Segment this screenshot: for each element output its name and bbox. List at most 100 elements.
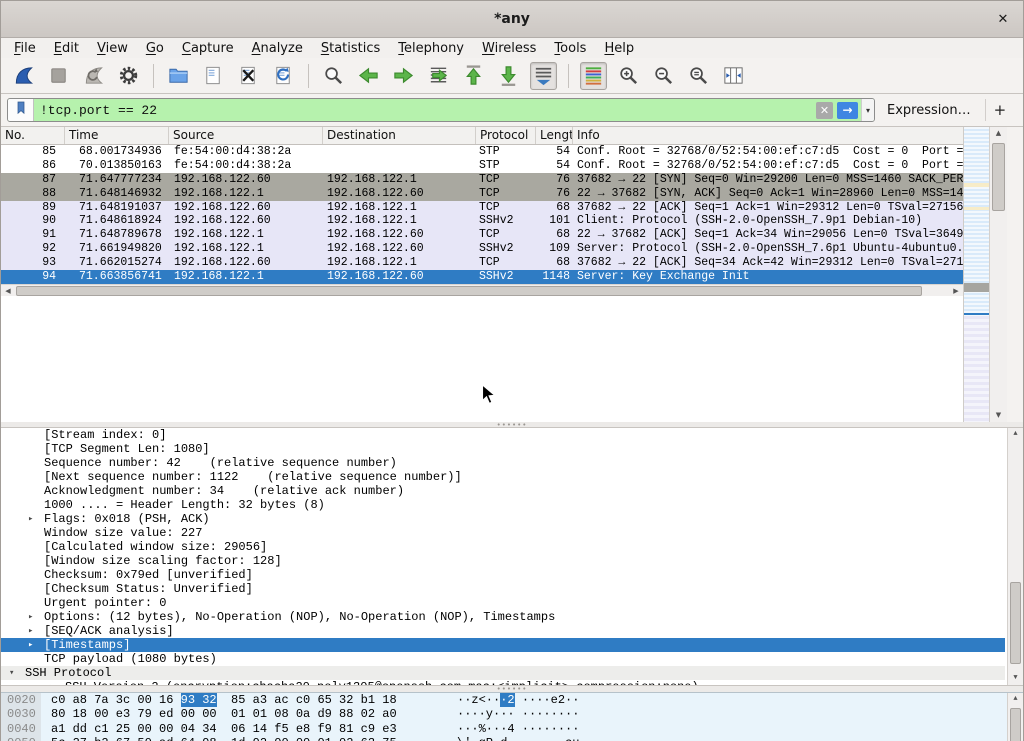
hex-row-0030[interactable]: 003080 18 00 e3 79 ed 00 00 01 01 08 0a …: [1, 707, 1023, 721]
hscroll-right-arrow[interactable]: ▶: [949, 287, 963, 295]
vscroll-down-arrow[interactable]: ▼: [990, 409, 1007, 422]
hscroll-left-arrow[interactable]: ◀: [1, 287, 15, 295]
menu-tools[interactable]: Tools: [545, 41, 595, 56]
detail-line-15[interactable]: ▸[Timestamps]: [1, 638, 1005, 652]
expander-icon[interactable]: ▸: [28, 610, 33, 624]
open-file-button[interactable]: [165, 62, 192, 90]
packet-row-89[interactable]: 8971.648191037192.168.122.60192.168.122.…: [1, 201, 963, 215]
detail-line-16[interactable]: TCP payload (1080 bytes): [1, 652, 1023, 666]
column-header-length[interactable]: Length: [536, 127, 573, 144]
packet-list-minimap[interactable]: [963, 127, 989, 422]
filter-history-dropdown[interactable]: ▾: [861, 99, 874, 121]
details-scroll-down[interactable]: ▼: [1008, 672, 1023, 685]
detail-line-3[interactable]: [Next sequence number: 1122 (relative se…: [1, 470, 1023, 484]
detail-line-1[interactable]: [TCP Segment Len: 1080]: [1, 442, 1023, 456]
detail-line-13[interactable]: ▸Options: (12 bytes), No-Operation (NOP)…: [1, 610, 1023, 624]
filter-bookmark-button[interactable]: [8, 99, 34, 121]
expander-icon[interactable]: ▾: [9, 666, 14, 680]
detail-line-5[interactable]: 1000 .... = Header Length: 32 bytes (8): [1, 498, 1023, 512]
column-header-no[interactable]: No.: [1, 127, 65, 144]
column-header-source[interactable]: Source: [169, 127, 323, 144]
close-file-button[interactable]: [235, 62, 262, 90]
menu-telephony[interactable]: Telephony: [389, 41, 473, 56]
detail-line-14[interactable]: ▸[SEQ/ACK analysis]: [1, 624, 1023, 638]
close-window-button[interactable]: ✕: [993, 9, 1013, 29]
hex-scroll-thumb[interactable]: [1010, 708, 1021, 741]
menu-help[interactable]: Help: [595, 41, 643, 56]
detail-line-4[interactable]: Acknowledgment number: 34 (relative ack …: [1, 484, 1023, 498]
packet-row-88[interactable]: 8871.648146932192.168.122.1192.168.122.6…: [1, 187, 963, 201]
packet-row-91[interactable]: 9171.648789678192.168.122.1192.168.122.6…: [1, 228, 963, 242]
zoom-100-button[interactable]: [685, 62, 712, 90]
column-header-destination[interactable]: Destination: [323, 127, 476, 144]
packet-list-hscrollbar[interactable]: ◀ ▶: [1, 284, 963, 296]
hex-row-0050[interactable]: 00505c 27 b2 67 50 ad 64 98 1d 92 00 00 …: [1, 736, 1023, 741]
auto-scroll-button[interactable]: [530, 62, 557, 90]
expander-icon[interactable]: ▸: [28, 512, 33, 526]
column-header-time[interactable]: Time: [65, 127, 169, 144]
find-packet-button[interactable]: [320, 62, 347, 90]
details-scroll-thumb[interactable]: [1010, 582, 1021, 664]
resize-columns-button[interactable]: [720, 62, 747, 90]
zoom-out-button[interactable]: [650, 62, 677, 90]
detail-line-9[interactable]: [Window size scaling factor: 128]: [1, 554, 1023, 568]
detail-line-17[interactable]: ▾SSH Protocol: [1, 666, 1005, 680]
start-capture-button[interactable]: [10, 62, 37, 90]
menu-statistics[interactable]: Statistics: [312, 41, 389, 56]
hex-row-0040[interactable]: 0040a1 dd c1 25 00 00 04 34 06 14 f5 e8 …: [1, 722, 1023, 736]
go-last-button[interactable]: [495, 62, 522, 90]
hex-vscrollbar[interactable]: ▲ ▼: [1007, 693, 1023, 741]
filter-apply-button[interactable]: →: [837, 102, 858, 119]
menu-capture[interactable]: Capture: [173, 41, 243, 56]
packet-row-85[interactable]: 8568.001734936fe:54:00:d4:38:2aSTP54Conf…: [1, 145, 963, 159]
packet-row-94[interactable]: 9471.663856741192.168.122.1192.168.122.6…: [1, 270, 963, 284]
restart-capture-button[interactable]: [80, 62, 107, 90]
details-vscrollbar[interactable]: ▲ ▼: [1007, 428, 1023, 685]
packet-row-90[interactable]: 9071.648618924192.168.122.60192.168.122.…: [1, 214, 963, 228]
detail-line-0[interactable]: [Stream index: 0]: [1, 428, 1023, 442]
save-file-button[interactable]: [200, 62, 227, 90]
hex-scroll-up[interactable]: ▲: [1008, 693, 1023, 706]
expander-icon[interactable]: ▸: [28, 624, 33, 638]
packet-list-vscrollbar[interactable]: ▲ ▼: [989, 127, 1007, 422]
zoom-in-button[interactable]: [615, 62, 642, 90]
go-first-button[interactable]: [460, 62, 487, 90]
pane-splitter-bottom[interactable]: ••••••: [1, 685, 1023, 692]
detail-line-10[interactable]: Checksum: 0x79ed [unverified]: [1, 568, 1023, 582]
go-back-button[interactable]: [355, 62, 382, 90]
packet-row-92[interactable]: 9271.661949820192.168.122.1192.168.122.6…: [1, 242, 963, 256]
reload-file-button[interactable]: [270, 62, 297, 90]
menu-go[interactable]: Go: [137, 41, 173, 56]
menu-file[interactable]: File: [5, 41, 45, 56]
go-to-packet-button[interactable]: [425, 62, 452, 90]
detail-line-11[interactable]: [Checksum Status: Unverified]: [1, 582, 1023, 596]
hscroll-thumb[interactable]: [16, 286, 922, 296]
packet-row-86[interactable]: 8670.013850163fe:54:00:d4:38:2aSTP54Conf…: [1, 159, 963, 173]
detail-line-2[interactable]: Sequence number: 42 (relative sequence n…: [1, 456, 1023, 470]
column-header-protocol[interactable]: Protocol: [476, 127, 536, 144]
detail-line-7[interactable]: Window size value: 227: [1, 526, 1023, 540]
hex-row-0020[interactable]: 0020c0 a8 7a 3c 00 16 93 32 85 a3 ac c0 …: [1, 693, 1023, 707]
detail-line-8[interactable]: [Calculated window size: 29056]: [1, 540, 1023, 554]
detail-line-12[interactable]: Urgent pointer: 0: [1, 596, 1023, 610]
packet-row-87[interactable]: 8771.647777234192.168.122.60192.168.122.…: [1, 173, 963, 187]
go-forward-button[interactable]: [390, 62, 417, 90]
details-scroll-up[interactable]: ▲: [1008, 428, 1023, 441]
add-filter-button[interactable]: +: [985, 99, 1015, 121]
display-filter-field[interactable]: ✕ → ▾: [7, 98, 875, 122]
stop-capture-button[interactable]: [45, 62, 72, 90]
expander-icon[interactable]: ▸: [28, 638, 33, 652]
menu-analyze[interactable]: Analyze: [243, 41, 312, 56]
menu-wireless[interactable]: Wireless: [473, 41, 545, 56]
capture-options-button[interactable]: [115, 62, 142, 90]
vscroll-up-arrow[interactable]: ▲: [990, 127, 1007, 140]
display-filter-input[interactable]: [34, 99, 816, 121]
menu-view[interactable]: View: [88, 41, 137, 56]
colorize-button[interactable]: [580, 62, 607, 90]
column-header-info[interactable]: Info: [573, 127, 963, 144]
expression-button[interactable]: Expression…: [887, 103, 971, 118]
menu-edit[interactable]: Edit: [45, 41, 88, 56]
detail-line-6[interactable]: ▸Flags: 0x018 (PSH, ACK): [1, 512, 1023, 526]
filter-clear-button[interactable]: ✕: [816, 102, 833, 119]
packet-row-93[interactable]: 9371.662015274192.168.122.60192.168.122.…: [1, 256, 963, 270]
